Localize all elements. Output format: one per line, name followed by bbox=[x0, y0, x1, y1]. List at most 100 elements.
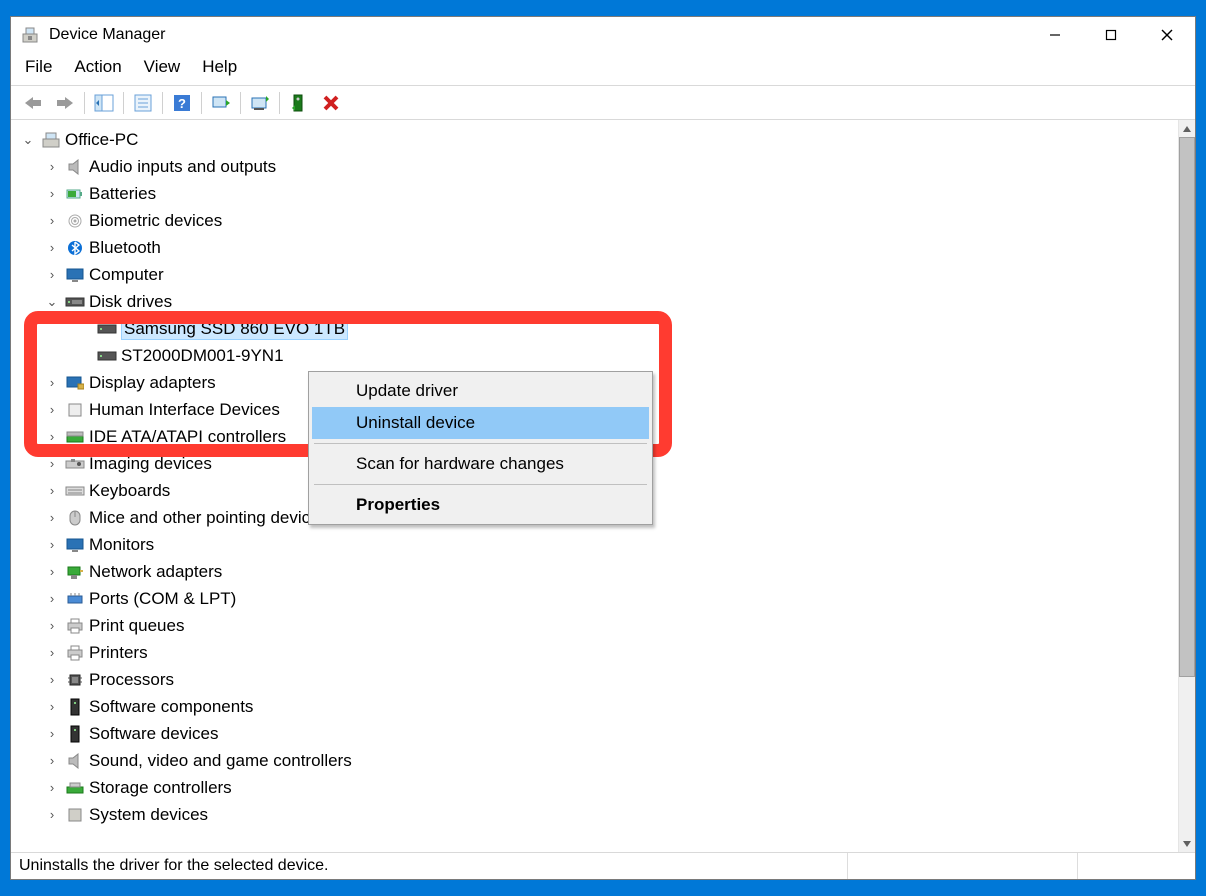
chevron-down-icon[interactable]: ⌄ bbox=[19, 132, 37, 148]
tree-item-software-devices[interactable]: ›Software devices bbox=[19, 720, 1174, 747]
tree-root[interactable]: ⌄ Office-PC bbox=[19, 126, 1174, 153]
tree-item-biometric[interactable]: › Biometric devices bbox=[19, 207, 1174, 234]
chevron-right-icon[interactable]: › bbox=[43, 564, 61, 579]
chevron-right-icon[interactable]: › bbox=[43, 402, 61, 417]
chevron-right-icon[interactable]: › bbox=[43, 672, 61, 687]
printer-icon bbox=[65, 616, 85, 636]
chevron-right-icon[interactable]: › bbox=[43, 213, 61, 228]
chevron-right-icon[interactable]: › bbox=[43, 510, 61, 525]
tree-item-label: Human Interface Devices bbox=[89, 400, 280, 420]
back-button[interactable] bbox=[20, 90, 46, 116]
tree-item-label: Mice and other pointing devices bbox=[89, 508, 328, 528]
minimize-button[interactable] bbox=[1027, 17, 1083, 53]
scroll-up-button[interactable] bbox=[1179, 120, 1195, 137]
chevron-right-icon[interactable]: › bbox=[43, 537, 61, 552]
uninstall-device-button[interactable] bbox=[318, 90, 344, 116]
chevron-right-icon[interactable]: › bbox=[43, 456, 61, 471]
tree-item-label: Biometric devices bbox=[89, 211, 222, 231]
tree-item-ports[interactable]: ›Ports (COM & LPT) bbox=[19, 585, 1174, 612]
storage-icon bbox=[65, 778, 85, 798]
chevron-right-icon[interactable]: › bbox=[43, 429, 61, 444]
show-hidden-button[interactable] bbox=[91, 90, 117, 116]
add-legacy-hardware-button[interactable] bbox=[286, 90, 312, 116]
tree-item-network[interactable]: › Network adapters bbox=[19, 558, 1174, 585]
tree-item-label: Storage controllers bbox=[89, 778, 232, 798]
tree-item-sound[interactable]: ›Sound, video and game controllers bbox=[19, 747, 1174, 774]
status-cell-3 bbox=[1077, 853, 1187, 879]
scroll-track[interactable] bbox=[1179, 677, 1195, 835]
bluetooth-icon bbox=[65, 238, 85, 258]
menu-view[interactable]: View bbox=[144, 57, 181, 77]
tree-item-print-queues[interactable]: ›Print queues bbox=[19, 612, 1174, 639]
chevron-right-icon[interactable]: › bbox=[43, 267, 61, 282]
chevron-down-icon[interactable]: ⌄ bbox=[43, 294, 61, 310]
context-menu-scan-hardware[interactable]: Scan for hardware changes bbox=[312, 448, 649, 480]
tree-item-disk-drives[interactable]: ⌄Disk drives bbox=[19, 288, 1174, 315]
tree-item-batteries[interactable]: ›Batteries bbox=[19, 180, 1174, 207]
tree-item-samsung-ssd[interactable]: ·Samsung SSD 860 EVO 1TB bbox=[19, 315, 1174, 342]
tree-item-processors[interactable]: ›Processors bbox=[19, 666, 1174, 693]
tree-item-label: Bluetooth bbox=[89, 238, 161, 258]
tree-item-storage[interactable]: › Storage controllers bbox=[19, 774, 1174, 801]
tree-item-label: Printers bbox=[89, 643, 148, 663]
chevron-right-icon[interactable]: › bbox=[43, 753, 61, 768]
toolbar-separator bbox=[84, 92, 85, 114]
chevron-right-icon[interactable]: › bbox=[43, 807, 61, 822]
menu-help[interactable]: Help bbox=[202, 57, 237, 77]
printer-icon bbox=[65, 643, 85, 663]
context-menu-properties[interactable]: Properties bbox=[312, 489, 649, 521]
context-menu-uninstall-device[interactable]: Uninstall device bbox=[312, 407, 649, 439]
context-menu-update-driver[interactable]: Update driver bbox=[312, 375, 649, 407]
window-title: Device Manager bbox=[49, 26, 166, 44]
menu-bar: File Action View Help bbox=[11, 53, 1195, 86]
tree-item-label: Network adapters bbox=[89, 562, 222, 582]
toolbar: ? bbox=[11, 86, 1195, 120]
chevron-right-icon[interactable]: › bbox=[43, 591, 61, 606]
title-bar: Device Manager bbox=[11, 17, 1195, 53]
device-manager-window: Device Manager File Action View Help ? bbox=[10, 16, 1196, 880]
maximize-button[interactable] bbox=[1083, 17, 1139, 53]
vertical-scrollbar[interactable] bbox=[1178, 120, 1195, 852]
help-button[interactable]: ? bbox=[169, 90, 195, 116]
expander-none: · bbox=[75, 348, 93, 363]
chevron-right-icon[interactable]: › bbox=[43, 645, 61, 660]
close-button[interactable] bbox=[1139, 17, 1195, 53]
chevron-right-icon[interactable]: › bbox=[43, 780, 61, 795]
tree-item-bluetooth[interactable]: › Bluetooth bbox=[19, 234, 1174, 261]
chevron-right-icon[interactable]: › bbox=[43, 483, 61, 498]
context-menu: Update driver Uninstall device Scan for … bbox=[308, 371, 653, 525]
chevron-right-icon[interactable]: › bbox=[43, 240, 61, 255]
tree-item-computer[interactable]: ›Computer bbox=[19, 261, 1174, 288]
context-menu-separator bbox=[314, 484, 647, 485]
tree-item-monitors[interactable]: ›Monitors bbox=[19, 531, 1174, 558]
toolbar-separator bbox=[240, 92, 241, 114]
software-device-icon bbox=[65, 724, 85, 744]
tree-item-software-components[interactable]: ›Software components bbox=[19, 693, 1174, 720]
tree-item-audio[interactable]: ›Audio inputs and outputs bbox=[19, 153, 1174, 180]
chevron-right-icon[interactable]: › bbox=[43, 699, 61, 714]
tree-item-system[interactable]: ›System devices bbox=[19, 801, 1174, 828]
speaker-icon bbox=[65, 157, 85, 177]
menu-action[interactable]: Action bbox=[74, 57, 121, 77]
chevron-right-icon[interactable]: › bbox=[43, 186, 61, 201]
software-component-icon bbox=[65, 697, 85, 717]
fingerprint-icon bbox=[65, 211, 85, 231]
update-driver-button[interactable] bbox=[247, 90, 273, 116]
chevron-right-icon[interactable]: › bbox=[43, 726, 61, 741]
tree-item-st2000[interactable]: ·ST2000DM001-9YN1 bbox=[19, 342, 1174, 369]
system-icon bbox=[65, 805, 85, 825]
tree-item-printers[interactable]: › Printers bbox=[19, 639, 1174, 666]
scroll-down-button[interactable] bbox=[1179, 835, 1195, 852]
tree-item-label: Imaging devices bbox=[89, 454, 212, 474]
scan-hardware-button[interactable] bbox=[208, 90, 234, 116]
forward-button[interactable] bbox=[52, 90, 78, 116]
chevron-right-icon[interactable]: › bbox=[43, 375, 61, 390]
toolbar-separator bbox=[201, 92, 202, 114]
toolbar-separator bbox=[279, 92, 280, 114]
chevron-right-icon[interactable]: › bbox=[43, 159, 61, 174]
chevron-right-icon[interactable]: › bbox=[43, 618, 61, 633]
scroll-thumb[interactable] bbox=[1179, 137, 1195, 677]
ide-icon bbox=[65, 427, 85, 447]
properties-button[interactable] bbox=[130, 90, 156, 116]
menu-file[interactable]: File bbox=[25, 57, 52, 77]
